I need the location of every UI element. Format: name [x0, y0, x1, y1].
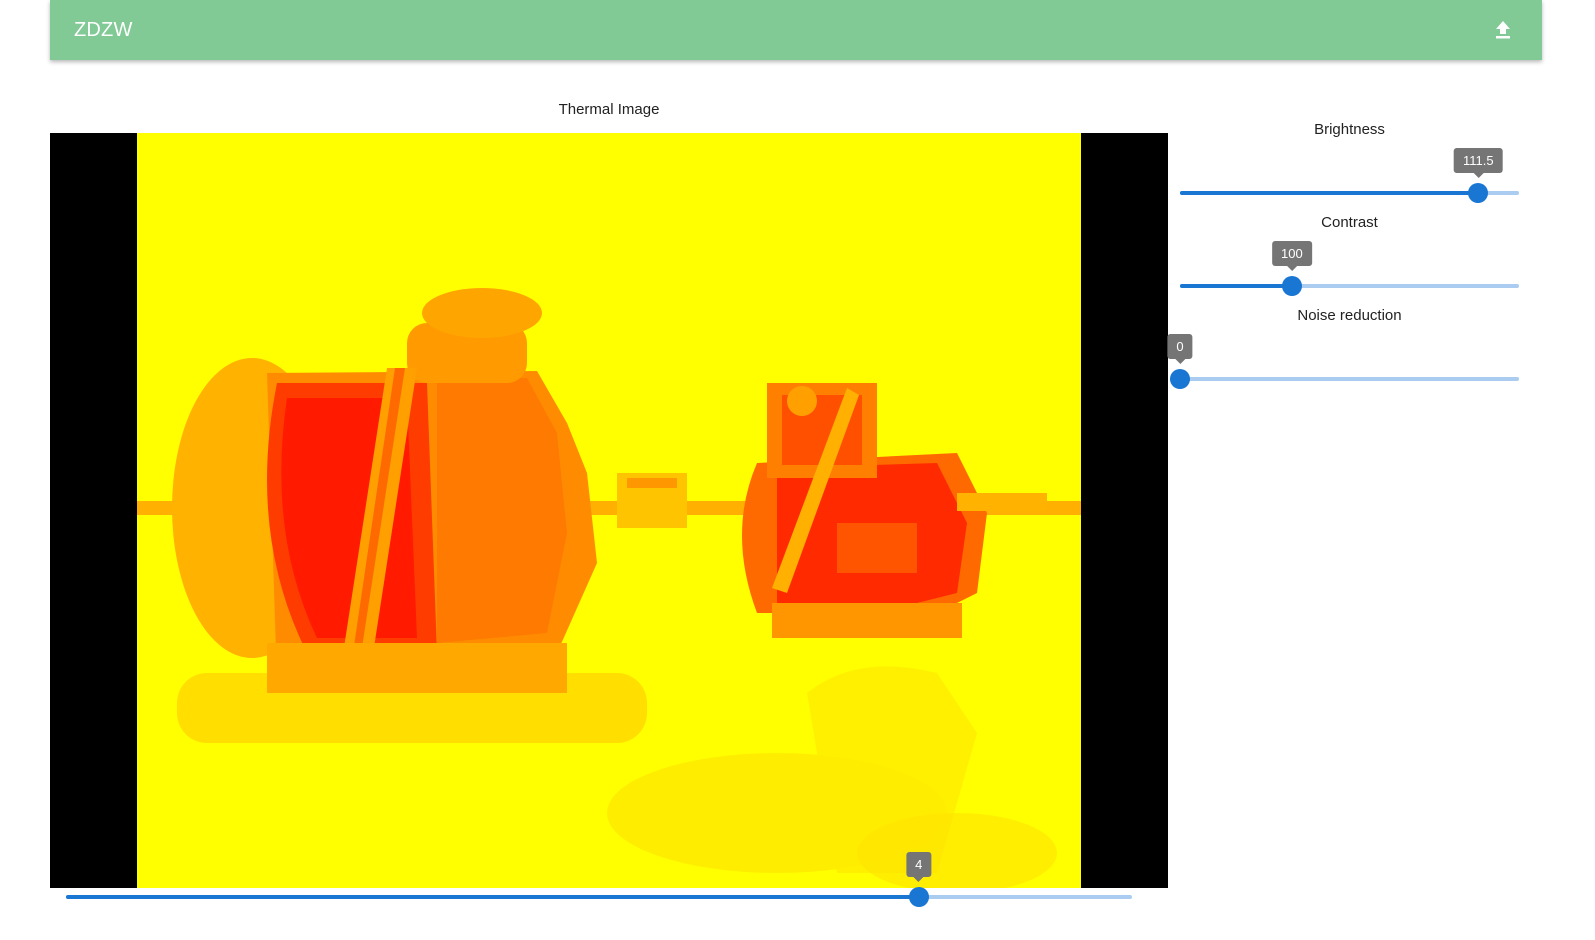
contrast-value: 100 [1272, 241, 1312, 271]
thermal-image [137, 133, 1081, 888]
frame-slider-track [66, 895, 919, 899]
contrast-slider[interactable]: 100 [1180, 241, 1519, 301]
brightness-slider[interactable]: 111.5 [1180, 148, 1519, 208]
thermal-image-viewer [50, 133, 1168, 888]
brightness-slider-thumb[interactable] [1468, 183, 1489, 203]
noise-reduction-label: Noise reduction [1297, 307, 1402, 324]
brightness-value: 111.5 [1454, 148, 1503, 178]
app-title: ZDZW [74, 18, 133, 41]
brightness-label: Brightness [1314, 121, 1385, 138]
app-bar: ZDZW [50, 0, 1542, 60]
image-title: Thermal Image [558, 101, 660, 118]
noise-reduction-slider-rail[interactable] [1180, 377, 1519, 381]
upload-button[interactable] [1488, 15, 1518, 45]
upload-icon [1496, 21, 1510, 39]
noise-reduction-value: 0 [1167, 334, 1193, 364]
contrast-slider-track [1180, 284, 1292, 288]
noise-reduction-slider[interactable]: 0 [1167, 334, 1519, 394]
frame-slider-thumb[interactable] [908, 887, 929, 907]
contrast-label: Contrast [1321, 214, 1378, 231]
noise-reduction-slider-thumb[interactable] [1170, 369, 1190, 389]
frame-slider[interactable]: 4 [66, 852, 1132, 912]
frame-slider-value: 4 [906, 852, 932, 882]
brightness-slider-track [1180, 191, 1479, 195]
contrast-slider-thumb[interactable] [1281, 276, 1302, 296]
